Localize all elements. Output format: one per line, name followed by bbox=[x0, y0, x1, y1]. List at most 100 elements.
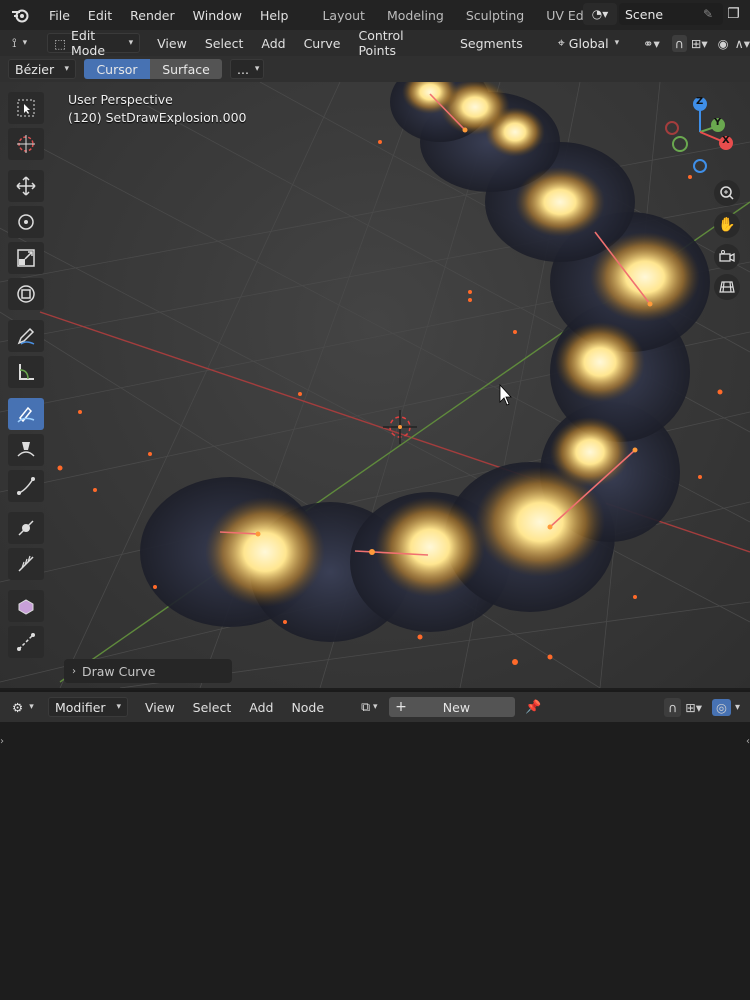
more-options-label: ... bbox=[237, 61, 249, 77]
gizmo-x-label: X bbox=[722, 135, 730, 146]
cursor-tool[interactable] bbox=[8, 128, 44, 160]
scene-icon: ◔▾ bbox=[591, 7, 609, 21]
viewport-scene bbox=[0, 82, 750, 688]
tilt-tool[interactable] bbox=[8, 548, 44, 580]
menu-file[interactable]: File bbox=[40, 8, 79, 23]
toolbar bbox=[8, 92, 50, 662]
scene-selector[interactable]: ◔▾ Scene ✎ ❐ bbox=[583, 3, 740, 25]
transform-tool[interactable] bbox=[8, 278, 44, 310]
mouse-cursor bbox=[499, 383, 512, 406]
orientation-icon: ⌖ bbox=[557, 35, 565, 50]
more-options-dropdown[interactable]: ... ▾ bbox=[230, 59, 264, 79]
menu-render[interactable]: Render bbox=[121, 8, 184, 23]
camera-view-icon[interactable] bbox=[714, 244, 740, 270]
scene-name: Scene bbox=[625, 6, 664, 22]
tab-layout[interactable]: Layout bbox=[311, 0, 376, 30]
proportional-edit-icon[interactable]: ◉ bbox=[718, 36, 729, 51]
radius-tool[interactable] bbox=[8, 512, 44, 544]
node-tree-type-label: Modifier bbox=[55, 699, 106, 715]
node-tree-type-dropdown[interactable]: Modifier ▾ bbox=[48, 697, 128, 717]
navigation-gizmo[interactable]: Z Y X bbox=[660, 92, 746, 184]
menu-select[interactable]: Select bbox=[196, 36, 253, 51]
randomize-tool[interactable] bbox=[8, 590, 44, 622]
pen-tool[interactable] bbox=[8, 434, 44, 466]
node-editor-icon: ⚙ bbox=[12, 699, 24, 715]
menu-window[interactable]: Window bbox=[184, 8, 251, 23]
node-tree-icon: ⧉ bbox=[361, 699, 370, 714]
last-operator-label: Draw Curve bbox=[82, 663, 156, 679]
editor-type-dropdown[interactable]: ⟟ ▾ bbox=[6, 33, 40, 53]
new-node-tree-label: New bbox=[442, 699, 471, 715]
falloff-icon[interactable]: ∧▾ bbox=[735, 36, 750, 51]
node-editor-type-dropdown[interactable]: ⚙ ▾ bbox=[6, 697, 40, 717]
node-menu-view[interactable]: View bbox=[136, 700, 184, 715]
3d-viewport[interactable]: User Perspective (120) SetDrawExplosion.… bbox=[0, 82, 750, 688]
depth-surface-label: Surface bbox=[162, 61, 210, 77]
draw-curve-tool[interactable] bbox=[8, 398, 44, 430]
plus-icon: + bbox=[395, 699, 407, 715]
overlay-dropdown-icon[interactable]: ▾ bbox=[735, 702, 740, 713]
node-menu-node[interactable]: Node bbox=[282, 700, 333, 715]
node-menu-select[interactable]: Select bbox=[184, 700, 241, 715]
tool-settings-bar: Bézier ▾ Cursor Surface ... ▾ bbox=[0, 56, 750, 82]
move-tool[interactable] bbox=[8, 170, 44, 202]
3d-cursor bbox=[383, 410, 417, 444]
transform-orientation-dropdown[interactable]: ⌖ Global ▾ bbox=[551, 33, 635, 53]
rotate-tool[interactable] bbox=[8, 206, 44, 238]
edit-mode-icon: ⬚ bbox=[54, 35, 66, 51]
node-editor-header: ⚙ ▾ Modifier ▾ View Select Add Node ⧉ ▾ + N… bbox=[0, 690, 750, 722]
overlay-toggle-icon[interactable]: ◎ bbox=[712, 698, 731, 716]
explosion-curve bbox=[140, 82, 710, 642]
curve-type-dropdown[interactable]: Bézier ▾ bbox=[8, 59, 76, 79]
menu-view[interactable]: View bbox=[148, 36, 196, 51]
curve-type-label: Bézier bbox=[15, 61, 55, 77]
right-edge-arrow-icon[interactable]: ‹ bbox=[746, 736, 750, 747]
tab-sculpting[interactable]: Sculpting bbox=[455, 0, 535, 30]
menu-edit[interactable]: Edit bbox=[79, 8, 121, 23]
viewport-object-info: (120) SetDrawExplosion.000 bbox=[68, 110, 247, 125]
pin-node-tree-icon[interactable]: 📌 bbox=[525, 700, 541, 715]
scene-browse-button[interactable]: ◔▾ bbox=[583, 3, 617, 25]
gizmo-z-label: Z bbox=[696, 96, 704, 107]
new-scene-icon[interactable]: ❐ bbox=[727, 6, 740, 22]
depth-cursor-button[interactable]: Cursor bbox=[84, 59, 150, 79]
node-snap-target-icon[interactable]: ⊞▾ bbox=[685, 700, 702, 715]
menu-curve[interactable]: Curve bbox=[295, 36, 350, 51]
annotate-tool[interactable] bbox=[8, 320, 44, 352]
pin-icon[interactable]: ✎ bbox=[703, 7, 713, 21]
mode-label: Edit Mode bbox=[71, 28, 106, 58]
viewport-header: ⟟ ▾ ⬚ Edit Mode ▾ View Select Add Curve Co… bbox=[0, 28, 750, 58]
mode-dropdown[interactable]: ⬚ Edit Mode ▾ bbox=[47, 28, 141, 58]
3d-viewport-icon: ⟟ bbox=[12, 35, 17, 50]
node-editor-canvas[interactable]: › ‹ bbox=[0, 722, 750, 1000]
node-snap-icon[interactable]: ∩ bbox=[664, 697, 682, 717]
node-tree-browse-button[interactable]: ⧉ ▾ bbox=[355, 697, 388, 717]
gizmo-y-label: Y bbox=[714, 117, 722, 128]
tab-modeling[interactable]: Modeling bbox=[376, 0, 455, 30]
ortho-toggle-icon[interactable] bbox=[714, 274, 740, 300]
menu-add[interactable]: Add bbox=[252, 36, 294, 51]
pan-hand-icon[interactable]: ✋ bbox=[714, 212, 740, 238]
extrude-tool[interactable] bbox=[8, 470, 44, 502]
pivot-icon[interactable]: ⚭▾ bbox=[643, 36, 660, 51]
node-menu-add[interactable]: Add bbox=[240, 700, 282, 715]
viewport-perspective-label: User Perspective bbox=[68, 92, 173, 107]
menu-control-points[interactable]: Control Points bbox=[349, 28, 451, 58]
last-operator-panel[interactable]: › Draw Curve bbox=[64, 659, 232, 683]
snap-icon[interactable]: ∩ bbox=[671, 34, 687, 52]
measure-tool[interactable] bbox=[8, 356, 44, 388]
new-node-tree-button[interactable]: + New bbox=[389, 697, 516, 717]
menu-help[interactable]: Help bbox=[251, 8, 298, 23]
expand-chevron-icon: › bbox=[72, 665, 76, 677]
shear-tool[interactable] bbox=[8, 626, 44, 658]
scale-tool[interactable] bbox=[8, 242, 44, 274]
snap-target-icon[interactable]: ⊞▾ bbox=[691, 36, 708, 51]
menu-segments[interactable]: Segments bbox=[451, 36, 532, 51]
depth-cursor-label: Cursor bbox=[96, 61, 138, 77]
depth-surface-button[interactable]: Surface bbox=[150, 59, 222, 79]
orientation-label: Global bbox=[568, 35, 609, 51]
select-box-tool[interactable] bbox=[8, 92, 44, 124]
zoom-icon[interactable] bbox=[714, 180, 740, 206]
left-edge-arrow-icon[interactable]: › bbox=[0, 736, 4, 747]
blender-logo-icon[interactable] bbox=[0, 0, 40, 30]
